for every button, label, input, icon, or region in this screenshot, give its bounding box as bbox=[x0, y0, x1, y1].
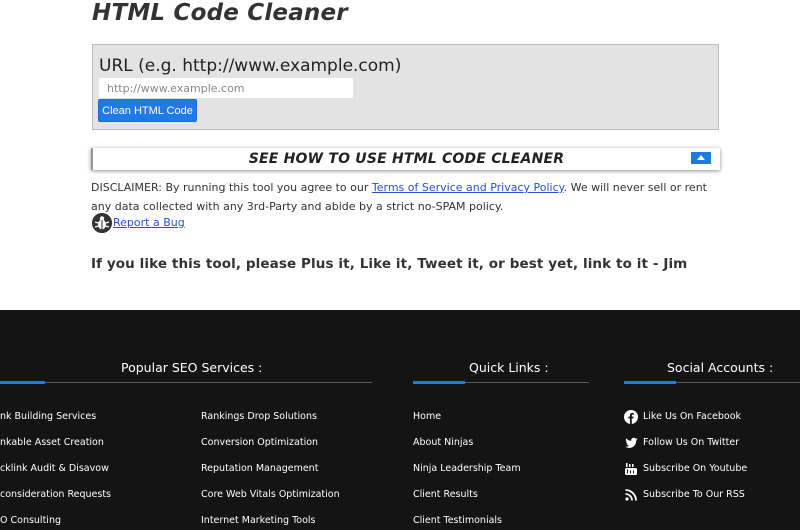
quick-link[interactable]: Client Testimonials bbox=[413, 515, 502, 526]
disclaimer-text: DISCLAIMER: By running this tool you agr… bbox=[91, 178, 721, 216]
social-divider-accent bbox=[624, 381, 676, 384]
twitter-icon bbox=[625, 437, 638, 448]
how-to-accordion[interactable]: SEE HOW TO USE HTML CODE CLEANER bbox=[91, 148, 720, 170]
how-to-heading: SEE HOW TO USE HTML CODE CLEANER bbox=[248, 151, 565, 167]
quick-link[interactable]: Ninja Leadership Team bbox=[413, 463, 521, 474]
quick-link[interactable]: Home bbox=[413, 411, 441, 422]
footer-link[interactable]: consideration Requests bbox=[0, 489, 111, 500]
disclaimer-prefix: DISCLAIMER: By running this tool you agr… bbox=[91, 181, 372, 194]
twitter-label: Follow Us On Twitter bbox=[643, 437, 740, 448]
youtube-icon bbox=[625, 463, 637, 475]
report-bug-link[interactable]: Report a Bug bbox=[113, 216, 185, 229]
page-title: HTML Code Cleaner bbox=[92, 0, 348, 26]
youtube-label: Subscribe On Youtube bbox=[643, 463, 748, 474]
quick-link[interactable]: Client Results bbox=[413, 489, 478, 500]
terms-link[interactable]: Terms of Service and Privacy Policy bbox=[372, 181, 564, 194]
footer-link[interactable]: Rankings Drop Solutions bbox=[201, 411, 317, 422]
rss-icon bbox=[625, 489, 637, 501]
chevron-up-icon bbox=[697, 155, 705, 160]
clean-html-code-button[interactable]: Clean HTML Code bbox=[98, 99, 197, 122]
popular-services-heading: Popular SEO Services : bbox=[121, 360, 263, 375]
quick-links-heading: Quick Links : bbox=[469, 360, 549, 375]
popular-divider bbox=[0, 382, 372, 383]
quick-link[interactable]: About Ninjas bbox=[413, 437, 473, 448]
url-label: URL (e.g. http://www.example.com) bbox=[99, 56, 402, 76]
social-accounts-heading: Social Accounts : bbox=[667, 360, 774, 375]
footer-link[interactable]: cklink Audit & Disavow bbox=[0, 463, 109, 474]
site-footer: Popular SEO Services : Quick Links : Soc… bbox=[0, 310, 800, 530]
footer-link[interactable]: O Consulting bbox=[0, 515, 61, 526]
url-tool-panel: URL (e.g. http://www.example.com) Clean … bbox=[92, 44, 719, 130]
url-input[interactable] bbox=[99, 78, 353, 98]
facebook-label: Like Us On Facebook bbox=[643, 411, 742, 422]
footer-link[interactable]: Core Web Vitals Optimization bbox=[201, 489, 340, 500]
footer-link[interactable]: Reputation Management bbox=[201, 463, 318, 474]
bug-icon bbox=[92, 213, 112, 233]
footer-link[interactable]: Internet Marketing Tools bbox=[201, 515, 316, 526]
popular-divider-accent bbox=[0, 381, 45, 384]
footer-link[interactable]: Conversion Optimization bbox=[201, 437, 318, 448]
expand-toggle-button[interactable] bbox=[691, 152, 711, 164]
quick-divider-accent bbox=[413, 381, 465, 384]
footer-link[interactable]: nkable Asset Creation bbox=[0, 437, 104, 448]
rss-label: Subscribe To Our RSS bbox=[643, 489, 745, 500]
footer-link[interactable]: nk Building Services bbox=[0, 411, 96, 422]
share-request-text: If you like this tool, please Plus it, L… bbox=[91, 256, 688, 272]
facebook-icon bbox=[624, 410, 638, 424]
